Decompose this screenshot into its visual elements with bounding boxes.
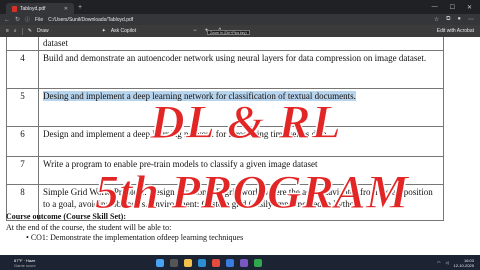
search-icon[interactable] xyxy=(169,258,178,267)
weather-sub: Game score xyxy=(14,262,36,268)
app-icon[interactable] xyxy=(253,258,262,267)
table-row: dataset xyxy=(6,37,444,51)
pdf-toolbar: ≡ ⌕ ✎ Draw ✦ Ask Copilot − + ⤢ Zoom in (… xyxy=(0,25,480,37)
refresh-icon[interactable]: ↻ xyxy=(15,16,20,23)
store-icon[interactable] xyxy=(225,258,234,267)
wifi-icon[interactable]: ◠ xyxy=(437,260,441,265)
favorite-icon[interactable]: ☆ xyxy=(434,16,439,23)
maximize-icon[interactable]: ☐ xyxy=(450,4,455,11)
copilot-icon[interactable]: ✦ xyxy=(102,28,106,34)
browser-icon[interactable] xyxy=(197,258,206,267)
draw-button[interactable]: Draw xyxy=(37,28,49,34)
file-label: File xyxy=(35,16,44,23)
url-field[interactable]: C:/Users/Sunil/Downloads/Tabloyd.pdf xyxy=(48,17,133,23)
co1-text: CO1: Demonstrate the implementation ofde… xyxy=(30,233,244,242)
extensions-icon[interactable]: ⧉ xyxy=(446,16,450,23)
row-number: 6 xyxy=(6,126,39,157)
browser-titlebar: Tabloyd.pdf ✕ + — ☐ ✕ xyxy=(0,0,480,14)
minimize-icon[interactable]: — xyxy=(432,4,438,11)
zoom-tooltip: Zoom in (Ctrl+Plus key) xyxy=(207,30,250,35)
row-number xyxy=(6,37,39,51)
chrome-icon[interactable] xyxy=(211,258,220,267)
tab-title: Tabloyd.pdf xyxy=(20,5,46,12)
ask-copilot-button[interactable]: Ask Copilot xyxy=(111,28,136,34)
close-tab-icon[interactable]: ✕ xyxy=(64,6,68,12)
course-outcome-item: • CO1: Demonstrate the implementation of… xyxy=(26,233,244,242)
back-icon[interactable]: ← xyxy=(4,17,10,23)
clock-date: 12-10-2025 xyxy=(453,262,474,268)
pdf-icon xyxy=(12,5,17,12)
file-icon: ⓘ xyxy=(25,17,31,23)
menu-icon[interactable]: ⋯ xyxy=(468,16,474,23)
table-row: 4 Build and demonstrate an autoencoder n… xyxy=(6,50,444,89)
taskbar-apps xyxy=(155,258,262,267)
app-icon[interactable] xyxy=(239,258,248,267)
window-controls: — ☐ ✕ xyxy=(432,4,480,11)
course-intro: At the end of the course, the student wi… xyxy=(6,222,172,232)
windows-start-icon[interactable] xyxy=(155,258,164,267)
file-explorer-icon[interactable] xyxy=(183,258,192,267)
taskbar: 87°F · Haze Game score ◠ ◁ 16:03 12-10-2… xyxy=(0,255,480,270)
row-text: Build and demonstrate an autoencoder net… xyxy=(38,50,444,89)
profile-icon[interactable]: ● xyxy=(457,16,461,23)
weather-widget[interactable]: 87°F · Haze Game score xyxy=(0,258,36,268)
search-icon[interactable]: ⌕ xyxy=(14,28,17,34)
row-number: 7 xyxy=(6,156,39,185)
row-text: dataset xyxy=(38,37,444,51)
draw-icon[interactable]: ✎ xyxy=(28,28,32,34)
row-number: 4 xyxy=(6,50,39,89)
clock[interactable]: 16:03 12-10-2025 xyxy=(454,258,474,268)
address-bar: ← ↻ ⓘ File C:/Users/Sunil/Downloads/Tabl… xyxy=(0,14,480,25)
overlay-title-line2: 5th PROGRAM xyxy=(94,166,409,220)
close-window-icon[interactable]: ✕ xyxy=(467,4,472,11)
overlay-title-line1: DL & RL xyxy=(150,96,342,150)
zoom-out-icon[interactable]: − xyxy=(193,28,197,35)
edit-with-acrobat-button[interactable]: Edit with Acrobat xyxy=(437,28,480,34)
divider xyxy=(21,27,23,35)
row-number: 5 xyxy=(6,88,39,127)
system-tray: ◠ ◁ 16:03 12-10-2025 xyxy=(437,258,480,268)
browser-tab[interactable]: Tabloyd.pdf ✕ xyxy=(6,3,74,14)
volume-icon[interactable]: ◁ xyxy=(445,260,448,265)
new-tab-icon[interactable]: + xyxy=(78,4,82,11)
menu-icon[interactable]: ≡ xyxy=(6,28,9,34)
